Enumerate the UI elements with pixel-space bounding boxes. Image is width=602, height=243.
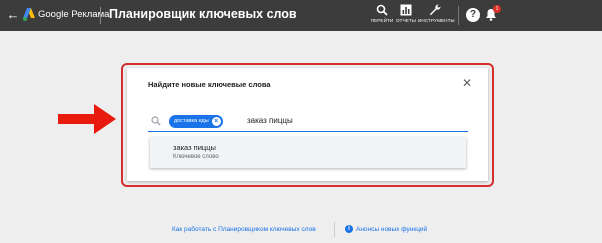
header-divider-right	[458, 6, 459, 25]
footer-divider	[334, 222, 335, 237]
suggestion-subtitle: Ключевое слово	[173, 154, 219, 160]
tools-label: Инструменты	[418, 18, 455, 23]
help-icon[interactable]: ?	[466, 8, 480, 22]
tools-button[interactable]: Инструменты	[418, 4, 455, 28]
google-ads-logo-icon	[23, 8, 35, 21]
back-arrow-icon[interactable]: ←	[6, 7, 20, 23]
query-text[interactable]: заказ пиццы	[247, 116, 293, 125]
suggestion-title: заказ пиццы	[173, 143, 216, 152]
keyword-chip-label: доставка еды	[174, 118, 209, 124]
reports-icon	[400, 4, 412, 16]
search-icon	[376, 4, 388, 16]
howto-link[interactable]: Как работать с Планировщиком ключевых сл…	[172, 226, 316, 233]
dialog-title: Найдите новые ключевые слова	[148, 80, 271, 89]
header-divider	[100, 7, 101, 24]
red-arrow-icon	[58, 104, 116, 134]
search-icon	[151, 116, 161, 126]
close-icon[interactable]: ✕	[461, 77, 473, 89]
news-link[interactable]: Анонсы новых функций	[356, 226, 427, 233]
page-title: Планировщик ключевых слов	[109, 7, 297, 21]
info-icon: i	[345, 225, 353, 233]
top-app-bar: ← Google Реклама Планировщик ключевых сл…	[0, 0, 602, 31]
keyword-search-input[interactable]: доставка еды × заказ пиццы	[148, 112, 468, 132]
keyword-dialog: Найдите новые ключевые слова ✕ доставка …	[127, 68, 488, 181]
chip-remove-icon[interactable]: ×	[211, 117, 221, 126]
suggestion-item[interactable]: заказ пиццы Ключевое слово	[150, 137, 466, 168]
keyword-chip[interactable]: доставка еды ×	[169, 115, 223, 128]
brand-name[interactable]: Google Реклама	[38, 9, 109, 20]
wrench-icon	[429, 4, 441, 16]
notification-badge: 1	[493, 5, 501, 13]
